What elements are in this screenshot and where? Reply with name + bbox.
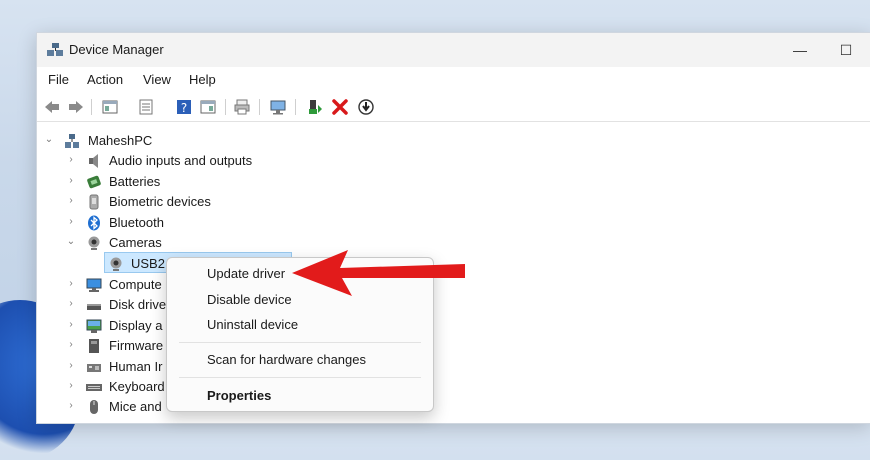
tree-label: USB2. bbox=[131, 256, 169, 271]
keyboard-icon bbox=[86, 384, 102, 391]
bluetooth-icon bbox=[88, 215, 100, 231]
menu-bar: File Action View Help bbox=[37, 69, 870, 91]
menu-item-scan-hardware[interactable]: Scan for hardware changes bbox=[207, 352, 366, 367]
computer-tree-icon bbox=[65, 134, 79, 148]
webcam-icon bbox=[110, 257, 122, 271]
computer-icon bbox=[86, 278, 102, 292]
mouse-icon bbox=[90, 400, 98, 414]
firmware-icon bbox=[89, 339, 99, 353]
show-hide-console-tree-icon[interactable] bbox=[101, 98, 119, 116]
chevron-down-icon[interactable]: ⌄ bbox=[66, 236, 76, 247]
chevron-right-icon[interactable]: › bbox=[66, 319, 76, 330]
tree-label: Audio inputs and outputs bbox=[109, 153, 253, 168]
chevron-right-icon[interactable]: › bbox=[66, 400, 76, 411]
chevron-right-icon[interactable]: › bbox=[66, 360, 76, 371]
scan-hardware-icon[interactable] bbox=[269, 98, 287, 116]
uninstall-icon[interactable] bbox=[331, 98, 349, 116]
tree-label: Human Ir bbox=[109, 359, 163, 374]
tree-label: Compute bbox=[109, 277, 162, 292]
forward-icon[interactable] bbox=[67, 98, 85, 116]
camera-icon bbox=[88, 236, 100, 250]
device-manager-icon bbox=[47, 43, 63, 56]
properties-icon[interactable] bbox=[137, 98, 155, 116]
chevron-right-icon[interactable]: › bbox=[66, 339, 76, 350]
chevron-right-icon[interactable]: › bbox=[66, 278, 76, 289]
tree-label: Display a bbox=[109, 318, 163, 333]
window-title: Device Manager bbox=[69, 42, 164, 57]
menu-file[interactable]: File bbox=[48, 72, 69, 87]
menu-item-disable-device[interactable]: Disable device bbox=[207, 292, 292, 307]
print-icon[interactable] bbox=[233, 98, 251, 116]
tree-label: Keyboard bbox=[109, 379, 165, 394]
menu-help[interactable]: Help bbox=[189, 72, 216, 87]
menu-separator bbox=[179, 342, 421, 343]
hid-icon bbox=[87, 364, 101, 372]
menu-item-uninstall-device[interactable]: Uninstall device bbox=[207, 317, 298, 332]
chevron-right-icon[interactable]: › bbox=[66, 154, 76, 165]
back-icon[interactable] bbox=[43, 98, 61, 116]
display-icon bbox=[86, 319, 102, 333]
toolbar-separator bbox=[91, 99, 92, 115]
toolbar: ? bbox=[37, 93, 870, 122]
menu-separator bbox=[179, 377, 421, 378]
tree-label: Bluetooth bbox=[109, 215, 164, 230]
title-bar[interactable]: Device Manager — ☐ bbox=[37, 33, 870, 67]
tree-label: Biometric devices bbox=[109, 194, 211, 209]
chevron-right-icon[interactable]: › bbox=[66, 175, 76, 186]
menu-item-update-driver[interactable]: Update driver bbox=[207, 266, 285, 281]
biometric-icon bbox=[89, 194, 99, 210]
toolbar-separator bbox=[259, 99, 260, 115]
svg-text:?: ? bbox=[181, 101, 187, 115]
root-label: MaheshPC bbox=[88, 133, 153, 148]
disk-icon bbox=[87, 304, 101, 310]
speaker-icon bbox=[89, 154, 98, 168]
red-annotation-arrow-icon bbox=[292, 250, 465, 296]
menu-item-properties[interactable]: Properties bbox=[207, 388, 271, 403]
chevron-right-icon[interactable]: › bbox=[66, 216, 76, 227]
tree-label: Disk drive bbox=[109, 297, 167, 312]
tree-label: Batteries bbox=[109, 174, 161, 189]
battery-icon bbox=[87, 175, 101, 189]
disable-icon[interactable] bbox=[357, 98, 375, 116]
help-icon[interactable]: ? bbox=[175, 98, 193, 116]
maximize-button[interactable]: ☐ bbox=[833, 39, 859, 61]
tree-label: Firmware bbox=[109, 338, 164, 353]
toolbar-separator bbox=[295, 99, 296, 115]
chevron-right-icon[interactable]: › bbox=[66, 298, 76, 309]
menu-action[interactable]: Action bbox=[87, 72, 123, 87]
toolbar-separator bbox=[225, 99, 226, 115]
chevron-down-icon[interactable]: ⌄ bbox=[44, 134, 54, 145]
action-pane-icon[interactable] bbox=[199, 98, 217, 116]
menu-view[interactable]: View bbox=[143, 72, 171, 87]
minimize-button[interactable]: — bbox=[787, 39, 813, 61]
tree-label: Cameras bbox=[109, 235, 162, 250]
chevron-right-icon[interactable]: › bbox=[66, 380, 76, 391]
chevron-right-icon[interactable]: › bbox=[66, 195, 76, 206]
update-driver-icon[interactable] bbox=[305, 98, 323, 116]
